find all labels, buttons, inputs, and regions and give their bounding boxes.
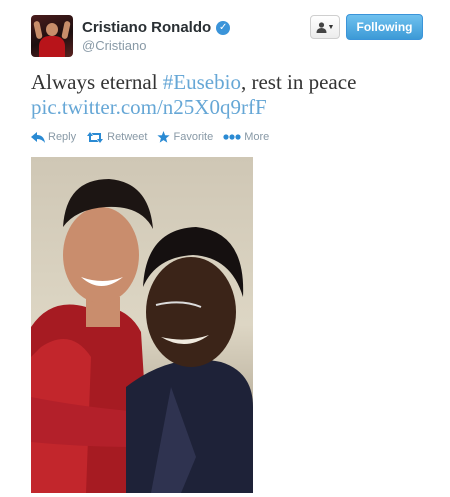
reply-action[interactable]: Reply — [31, 131, 76, 143]
retweet-icon — [86, 131, 104, 143]
user-actions-dropdown[interactable]: ▼ — [310, 15, 340, 39]
photo-link[interactable]: pic.twitter.com/n25X0q9rfF — [31, 95, 431, 120]
retweet-label: Retweet — [107, 131, 148, 143]
following-button[interactable]: Following — [346, 14, 423, 40]
display-name[interactable]: Cristiano Ronaldo — [82, 19, 211, 36]
avatar-arm-left — [33, 20, 43, 40]
profile-avatar[interactable] — [31, 15, 73, 57]
tweet-photo[interactable] — [31, 157, 253, 493]
tweet-text: Always eternal #Eusebio, rest in peace p… — [31, 70, 431, 120]
tweet-text-start: Always eternal — [31, 70, 163, 94]
hashtag-link[interactable]: #Eusebio — [163, 70, 241, 94]
favorite-action[interactable]: Favorite — [157, 131, 213, 143]
more-dots-icon — [223, 134, 241, 140]
screen-name[interactable]: @Cristiano — [82, 38, 147, 53]
chevron-down-icon: ▼ — [327, 23, 335, 31]
tweet-actions: Reply Retweet Favorite More — [31, 131, 279, 143]
tweet-card: Cristiano Ronaldo ✓ @Cristiano ▼ Followi… — [0, 0, 450, 497]
person-icon — [316, 21, 327, 33]
reply-arrow-icon — [31, 131, 45, 143]
more-label: More — [244, 131, 270, 143]
reply-label: Reply — [48, 131, 77, 143]
star-icon — [157, 131, 171, 143]
name-row: Cristiano Ronaldo ✓ — [82, 19, 231, 36]
retweet-action[interactable]: Retweet — [86, 131, 147, 143]
verified-badge-icon: ✓ — [216, 20, 231, 35]
more-action[interactable]: More — [223, 131, 269, 143]
tweet-text-end: , rest in peace — [240, 70, 357, 94]
avatar-arm-right — [61, 20, 71, 40]
avatar-body — [39, 36, 65, 57]
avatar-head — [46, 23, 58, 36]
favorite-label: Favorite — [173, 131, 214, 143]
